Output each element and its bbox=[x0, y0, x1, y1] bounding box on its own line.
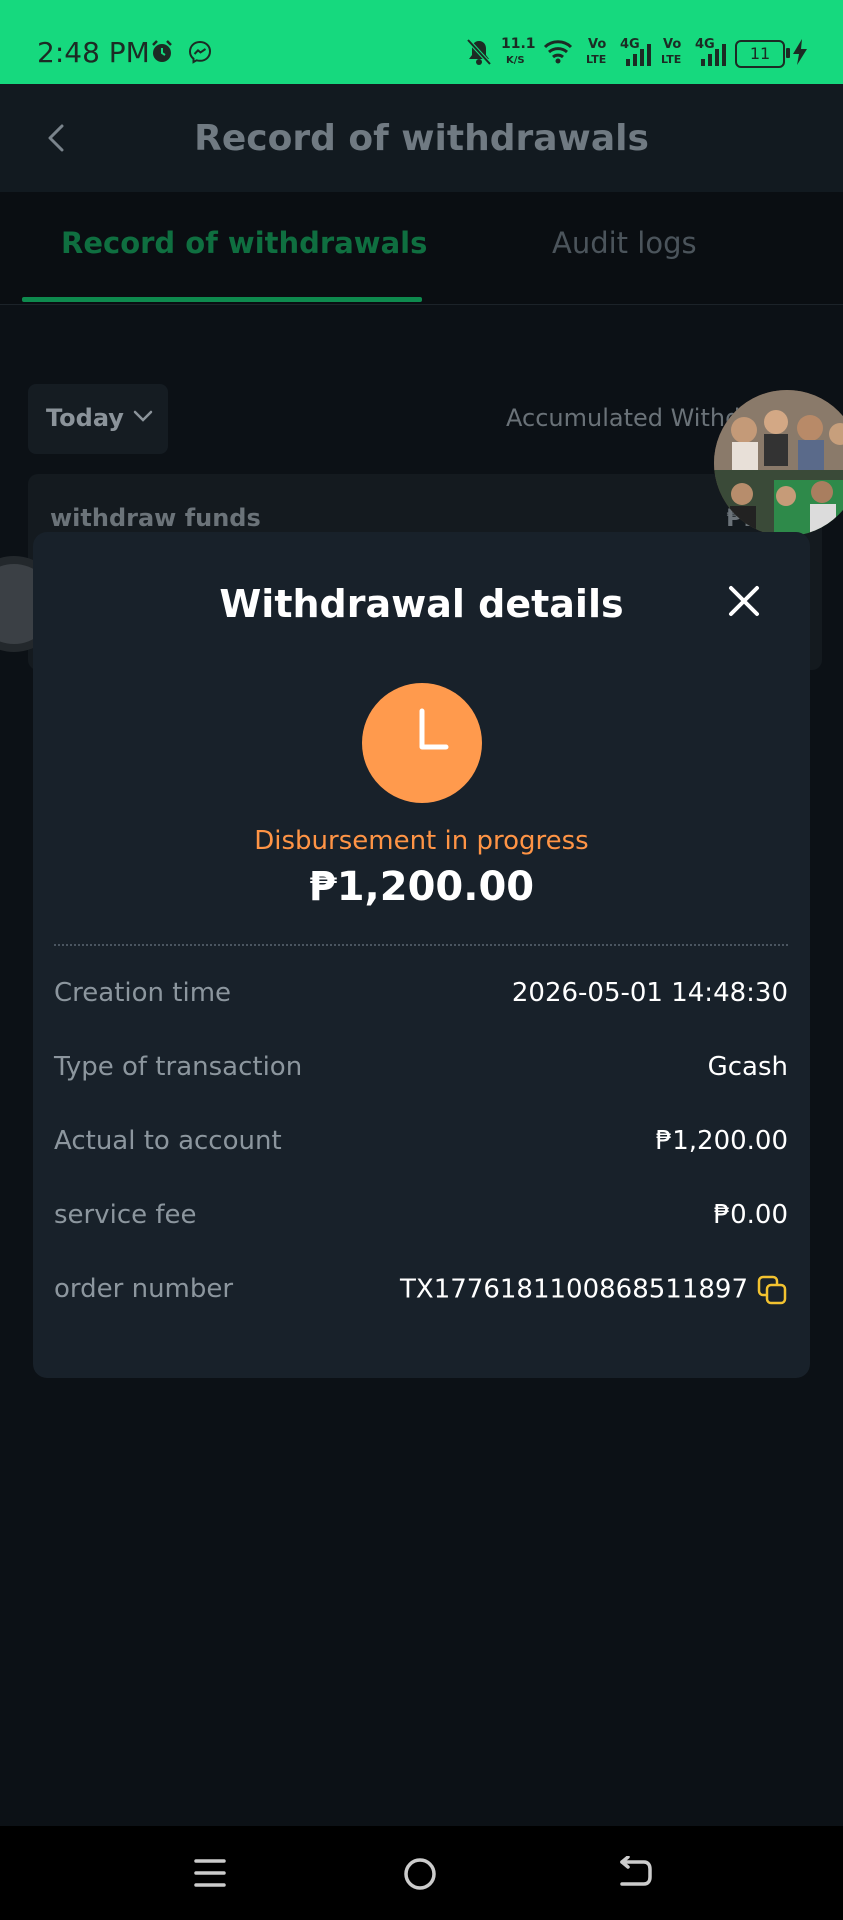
battery-level: 11 bbox=[749, 44, 771, 63]
detail-row-transaction-type: Type of transaction Gcash bbox=[54, 1052, 788, 1092]
detail-row-creation-time: Creation time 2026-05-01 14:48:30 bbox=[54, 978, 788, 1018]
order-number-text: TX1776181100868511897 bbox=[400, 1274, 748, 1305]
net-speed-unit: K/S bbox=[506, 55, 525, 66]
accumulated-withdrawals-label: Accumulated Withd bbox=[506, 404, 741, 432]
detail-value: ₱0.00 bbox=[713, 1200, 788, 1230]
modal-title: Withdrawal details bbox=[219, 582, 624, 626]
sim2-lte: LTE bbox=[661, 53, 682, 66]
charging-icon bbox=[793, 39, 807, 65]
tab-bar: Record of withdrawals Audit logs bbox=[0, 192, 843, 305]
status-bar: 2:48 PM 11.1 K/S Vo LTE 4G Vo LTE 4G 11 bbox=[0, 0, 843, 84]
detail-label: service fee bbox=[54, 1200, 197, 1230]
list-item-label: withdraw funds bbox=[50, 504, 261, 532]
tab-audit-logs[interactable]: Audit logs bbox=[552, 226, 697, 260]
detail-row-order-number: order number TX1776181100868511897 bbox=[54, 1274, 788, 1314]
wifi-icon bbox=[543, 40, 573, 64]
period-dropdown[interactable]: Today bbox=[28, 384, 168, 454]
withdrawal-details-modal: Withdrawal details Disbursement in progr… bbox=[33, 532, 810, 1378]
signal-icon-2 bbox=[701, 44, 726, 66]
detail-label: Actual to account bbox=[54, 1126, 282, 1156]
detail-value: Gcash bbox=[707, 1052, 788, 1082]
period-dropdown-label: Today bbox=[46, 404, 124, 432]
alarm-icon bbox=[152, 40, 172, 62]
system-nav-bar bbox=[0, 1826, 843, 1920]
sim1-lte: LTE bbox=[586, 53, 607, 66]
messenger-icon bbox=[188, 40, 212, 64]
mute-icon bbox=[466, 38, 492, 66]
copy-icon[interactable] bbox=[756, 1274, 788, 1306]
clock-icon bbox=[362, 683, 482, 803]
battery-tip bbox=[786, 48, 790, 58]
detail-value-order-number: TX1776181100868511897 bbox=[400, 1274, 788, 1306]
detail-value: 2026-05-01 14:48:30 bbox=[511, 978, 788, 1008]
chevron-down-icon bbox=[133, 410, 153, 422]
sim1-vo: Vo bbox=[588, 37, 607, 52]
close-icon[interactable] bbox=[725, 582, 763, 620]
detail-row-service-fee: service fee ₱0.00 bbox=[54, 1200, 788, 1240]
tab-record-of-withdrawals[interactable]: Record of withdrawals bbox=[61, 226, 427, 260]
withdrawal-amount: ₱1,200.00 bbox=[308, 864, 535, 910]
page-title: Record of withdrawals bbox=[194, 118, 649, 159]
detail-label: order number bbox=[54, 1274, 234, 1304]
app-header: Record of withdrawals bbox=[0, 84, 843, 192]
active-tab-indicator bbox=[22, 297, 422, 302]
battery-icon: 11 bbox=[735, 40, 785, 68]
detail-value: ₱1,200.00 bbox=[655, 1126, 788, 1156]
divider bbox=[54, 944, 788, 946]
home-icon[interactable] bbox=[402, 1856, 438, 1892]
detail-row-actual-to-account: Actual to account ₱1,200.00 bbox=[54, 1126, 788, 1166]
back-icon[interactable] bbox=[614, 1856, 652, 1892]
signal-icon bbox=[626, 44, 651, 66]
detail-label: Creation time bbox=[54, 978, 232, 1008]
detail-label: Type of transaction bbox=[54, 1052, 303, 1082]
net-speed-value: 11.1 bbox=[501, 36, 536, 52]
recent-apps-icon[interactable] bbox=[194, 1856, 226, 1890]
sim2-vo: Vo bbox=[663, 37, 682, 52]
status-text: Disbursement in progress bbox=[254, 826, 589, 856]
status-time: 2:48 PM bbox=[37, 36, 150, 69]
